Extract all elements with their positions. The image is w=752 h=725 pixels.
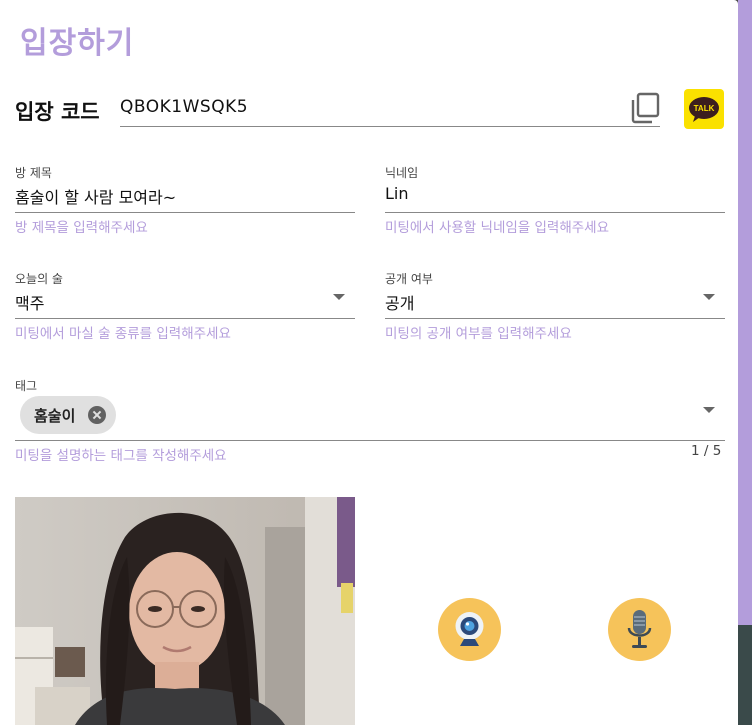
chevron-down-icon[interactable] xyxy=(333,294,345,300)
entry-code-label: 입장 코드 xyxy=(15,100,100,124)
tags-helper: 미팅을 설명하는 태그를 작성해주세요 xyxy=(15,448,227,464)
kakao-talk-icon: TALK xyxy=(689,97,719,122)
drink-helper: 미팅에서 마실 술 종류를 입력해주세요 xyxy=(15,326,231,342)
camera-preview-image xyxy=(15,497,355,725)
visibility-underline xyxy=(385,318,725,319)
tags-counter: 1 / 5 xyxy=(691,443,722,459)
drink-value[interactable]: 맥주 xyxy=(15,290,44,314)
room-title-input[interactable]: 홈술이 할 사람 모여라~ xyxy=(15,184,176,208)
webcam-icon xyxy=(455,612,484,646)
room-title-field[interactable]: 방 제목 홈술이 할 사람 모여라~ 방 제목을 입력해주세요 xyxy=(15,164,355,244)
visibility-select[interactable]: 공개 여부 공개 미팅의 공개 여부를 입력해주세요 xyxy=(385,270,725,350)
tag-chip-label: 홈술이 xyxy=(34,406,76,425)
close-icon[interactable] xyxy=(88,406,106,424)
nickname-underline xyxy=(385,212,725,213)
room-title-label: 방 제목 xyxy=(15,166,52,180)
camera-preview xyxy=(15,497,355,725)
nickname-input[interactable]: Lin xyxy=(385,184,409,203)
room-title-underline xyxy=(15,212,355,213)
tags-underline xyxy=(15,440,725,441)
webcam-toggle-button[interactable] xyxy=(438,598,501,661)
drink-label: 오늘의 술 xyxy=(15,272,63,286)
room-title-helper: 방 제목을 입력해주세요 xyxy=(15,220,148,236)
microphone-icon xyxy=(627,610,652,648)
tags-label: 태그 xyxy=(15,379,38,393)
drink-underline xyxy=(15,318,355,319)
visibility-helper: 미팅의 공개 여부를 입력해주세요 xyxy=(385,326,572,342)
kakao-share-button[interactable]: TALK xyxy=(684,89,724,129)
nickname-field[interactable]: 닉네임 Lin 미팅에서 사용할 닉네임을 입력해주세요 xyxy=(385,164,725,244)
microphone-toggle-button[interactable] xyxy=(608,598,671,661)
chevron-down-icon[interactable] xyxy=(703,407,715,413)
chevron-down-icon[interactable] xyxy=(703,294,715,300)
tag-chip[interactable]: 홈술이 xyxy=(20,396,116,434)
nickname-label: 닉네임 xyxy=(385,166,419,180)
backdrop xyxy=(738,0,752,725)
dialog-title: 입장하기 xyxy=(20,26,135,61)
entry-code-field[interactable]: QBOK1WSQK5 xyxy=(120,94,660,127)
entry-code-value: QBOK1WSQK5 xyxy=(120,97,249,117)
tags-field[interactable]: 태그 미팅을 설명하는 태그를 작성해주세요 1 / 5 xyxy=(15,377,725,467)
drink-select[interactable]: 오늘의 술 맥주 미팅에서 마실 술 종류를 입력해주세요 xyxy=(15,270,355,350)
visibility-label: 공개 여부 xyxy=(385,272,433,286)
copy-icon[interactable] xyxy=(628,91,662,125)
join-dialog: 입장하기 입장 코드 QBOK1WSQK5 TALK 방 제목 홈술이 할 사람… xyxy=(0,0,738,725)
visibility-value[interactable]: 공개 xyxy=(385,290,414,314)
nickname-helper: 미팅에서 사용할 닉네임을 입력해주세요 xyxy=(385,220,610,236)
kakao-badge-text: TALK xyxy=(694,104,715,113)
